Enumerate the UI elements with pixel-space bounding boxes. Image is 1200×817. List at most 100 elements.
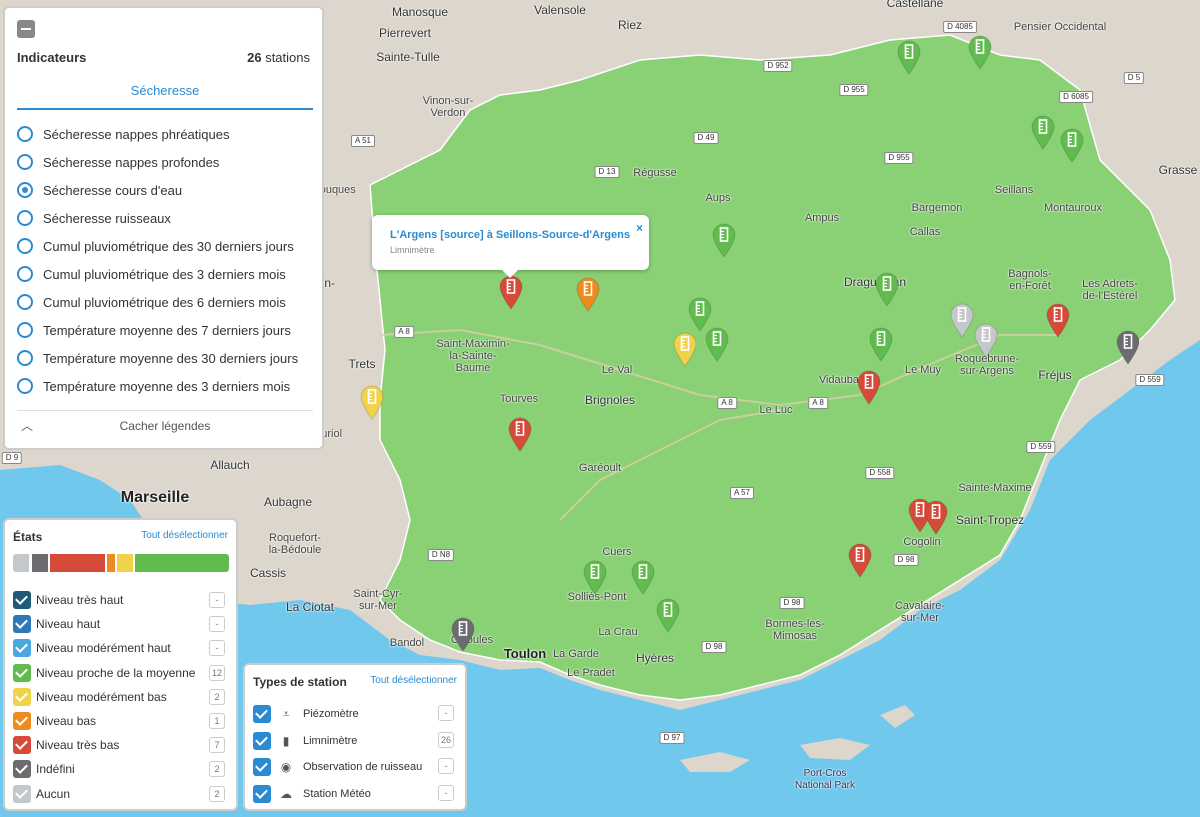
indicator-option[interactable]: Sécheresse nappes phréatiques — [17, 120, 317, 148]
states-list: Niveau très haut - Niveau haut - Niveau modé… — [13, 588, 229, 806]
state-filter[interactable]: Niveau bas 1 — [13, 709, 229, 733]
radio-button[interactable] — [17, 210, 33, 226]
station-marker-yellow[interactable] — [672, 331, 698, 367]
type-count: - — [438, 784, 454, 801]
indicator-option[interactable]: Sécheresse cours d'eau — [17, 176, 317, 204]
radio-button[interactable] — [17, 350, 33, 366]
station-marker-red[interactable] — [847, 542, 873, 578]
station-marker-yellow[interactable] — [359, 384, 385, 420]
road-shield: A 51 — [350, 135, 376, 147]
road-shield: A 8 — [394, 326, 414, 338]
checkbox[interactable] — [253, 731, 271, 750]
limnimeter-icon: ▮ — [282, 733, 290, 748]
station-marker-none[interactable] — [949, 302, 975, 338]
checkbox[interactable] — [13, 639, 31, 658]
type-filter[interactable]: ▮ Limnimètre 26 — [253, 728, 458, 755]
map-label: Castellane — [886, 0, 944, 10]
station-marker-red[interactable] — [1045, 302, 1071, 338]
radio-button[interactable] — [17, 154, 33, 170]
checkbox[interactable] — [13, 712, 31, 731]
indicator-option[interactable]: Cumul pluviométrique des 6 derniers mois — [17, 288, 317, 316]
road-shield: A 8 — [717, 397, 737, 409]
hide-legend-button[interactable]: ︿ Cacher légendes — [17, 410, 313, 441]
collapse-button[interactable] — [17, 20, 35, 38]
type-filter[interactable]: ◉ Observation de ruisseau - — [253, 754, 458, 781]
states-title: États — [13, 530, 43, 544]
state-filter[interactable]: Niveau modérément bas 2 — [13, 685, 229, 709]
station-marker-green[interactable] — [896, 39, 922, 75]
map-label: Allauch — [210, 458, 250, 472]
station-marker-green[interactable] — [874, 271, 900, 307]
state-filter[interactable]: Niveau très bas 7 — [13, 733, 229, 757]
state-filter[interactable]: Indéfini 2 — [13, 757, 229, 781]
cloud-rain-icon: ☁ — [280, 786, 292, 801]
station-marker-none[interactable] — [973, 322, 999, 358]
radio-button[interactable] — [17, 266, 33, 282]
state-filter[interactable]: Niveau très haut - — [13, 588, 229, 612]
station-marker-orange[interactable] — [575, 276, 601, 312]
road-shield: D 955 — [884, 152, 914, 164]
tab-secheresse[interactable]: Sécheresse — [17, 80, 313, 110]
state-label: Niveau modérément haut — [36, 641, 171, 656]
indicator-option-label: Cumul pluviométrique des 30 derniers jou… — [43, 238, 294, 254]
indicator-option[interactable]: Cumul pluviométrique des 30 derniers jou… — [17, 232, 317, 260]
station-marker-green[interactable] — [582, 559, 608, 595]
radio-button[interactable] — [17, 182, 33, 198]
map-label: Grasse — [1158, 163, 1198, 177]
indicator-option[interactable]: Sécheresse ruisseaux — [17, 204, 317, 232]
checkbox[interactable] — [13, 784, 31, 803]
state-filter[interactable]: Niveau modérément haut - — [13, 636, 229, 660]
radio-button[interactable] — [17, 378, 33, 394]
type-filter[interactable]: ⩡ Piézomètre - — [253, 701, 458, 728]
map-label: Manosque — [391, 5, 449, 19]
state-count: 12 — [208, 664, 225, 681]
checkbox[interactable] — [13, 615, 31, 634]
road-shield: D N8 — [427, 549, 455, 561]
map-label: Pierrevert — [378, 26, 432, 40]
indicator-option[interactable]: Température moyenne des 7 derniers jours — [17, 316, 317, 344]
checkbox[interactable] — [253, 784, 271, 803]
indicator-option[interactable]: Cumul pluviométrique des 3 derniers mois — [17, 260, 317, 288]
checkbox[interactable] — [13, 687, 31, 706]
checkbox[interactable] — [13, 736, 31, 755]
checkbox[interactable] — [253, 705, 271, 724]
station-marker-green[interactable] — [655, 597, 681, 633]
station-marker-green[interactable] — [704, 326, 730, 362]
radio-button[interactable] — [17, 322, 33, 338]
radio-button[interactable] — [17, 238, 33, 254]
state-filter[interactable]: Niveau haut - — [13, 612, 229, 636]
states-deselect-all[interactable]: Tout désélectionner — [141, 530, 228, 541]
station-marker-green[interactable] — [630, 559, 656, 595]
state-filter[interactable]: Aucun 2 — [13, 782, 229, 806]
station-marker-green[interactable] — [711, 222, 737, 258]
station-marker-red[interactable] — [856, 369, 882, 405]
station-marker-undefined[interactable] — [1115, 329, 1141, 365]
indicator-option[interactable]: Température moyenne des 30 derniers jour… — [17, 344, 317, 372]
map-label: Brignoles — [584, 393, 636, 407]
indicator-option[interactable]: Sécheresse nappes profondes — [17, 148, 317, 176]
radio-button[interactable] — [17, 294, 33, 310]
checkbox[interactable] — [13, 663, 31, 682]
type-filter[interactable]: ☁ Station Météo - — [253, 781, 458, 808]
station-marker-red[interactable] — [923, 499, 949, 535]
station-marker-undefined[interactable] — [450, 616, 476, 652]
indicators-title: Indicateurs — [17, 50, 87, 65]
map-label: Bormes-les- Mimosas — [765, 618, 825, 642]
popup-title[interactable]: L'Argens [source] à Seillons-Source-d'Ar… — [390, 229, 630, 241]
indicator-option-label: Température moyenne des 30 derniers jour… — [43, 350, 299, 366]
station-marker-red[interactable] — [507, 416, 533, 452]
types-deselect-all[interactable]: Tout désélectionner — [370, 675, 457, 686]
state-label: Niveau proche de la moyenne — [36, 665, 196, 680]
station-marker-green[interactable] — [1059, 127, 1085, 163]
checkbox[interactable] — [253, 758, 271, 777]
station-marker-green[interactable] — [1030, 114, 1056, 150]
station-marker-green[interactable] — [868, 326, 894, 362]
checkbox[interactable] — [13, 760, 31, 779]
checkbox[interactable] — [13, 591, 31, 610]
station-marker-red[interactable] — [498, 274, 524, 310]
close-icon[interactable]: × — [636, 221, 643, 235]
station-marker-green[interactable] — [967, 34, 993, 70]
radio-button[interactable] — [17, 126, 33, 142]
state-filter[interactable]: Niveau proche de la moyenne 12 — [13, 661, 229, 685]
indicator-option[interactable]: Température moyenne des 3 derniers mois — [17, 372, 317, 400]
